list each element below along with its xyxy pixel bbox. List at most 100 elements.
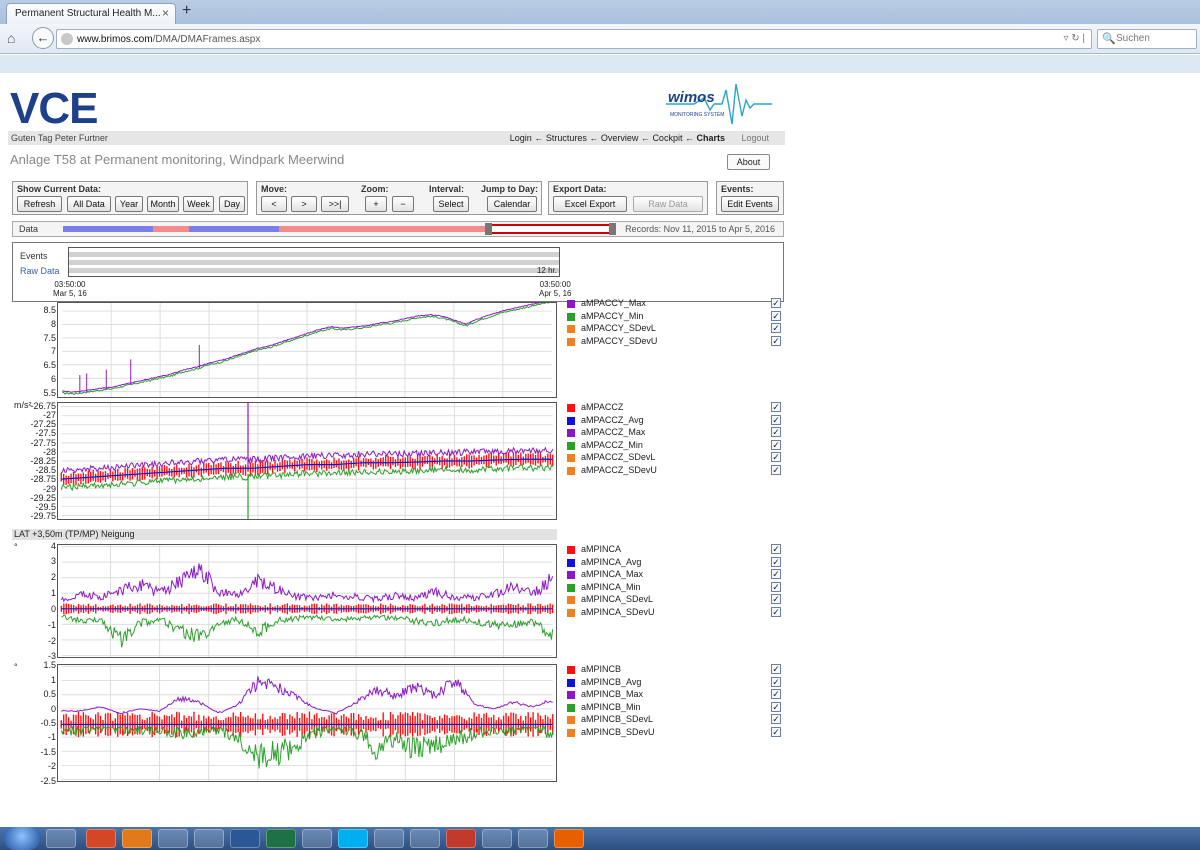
pdf-icon[interactable] [446,829,476,848]
skype-icon[interactable] [338,829,368,848]
network-icon[interactable] [302,829,332,848]
url-path: /DMA/DMAFrames.aspx [152,34,261,45]
legend-checkbox[interactable]: ✓ [771,714,781,725]
interval-select-button[interactable]: Select [433,196,469,212]
app-icon[interactable] [482,829,512,848]
tab-close-icon[interactable]: × [162,6,169,20]
show-current-title: Show Current Data: [17,184,102,194]
legend-item: aMPINCA ✓ [567,544,782,556]
overview-plot[interactable]: 12 hr. [68,247,560,277]
legend-item: aMPACCZ ✓ [567,402,782,414]
firefox-icon[interactable] [554,829,584,848]
chart-plot-accz[interactable] [57,402,557,520]
legend-item: aMPINCA_Min ✓ [567,581,782,594]
refresh-button[interactable]: Refresh [17,196,62,212]
logout-link[interactable]: Logout [741,133,769,143]
legend-swatch [567,729,575,737]
excel-icon[interactable] [266,829,296,848]
app-icon[interactable] [410,829,440,848]
legend-checkbox[interactable]: ✓ [771,569,781,580]
legend-checkbox[interactable]: ✓ [771,544,781,554]
legend-checkbox[interactable]: ✓ [771,581,781,592]
legend-label: aMPACCY_Max [581,298,646,308]
legend-checkbox[interactable]: ✓ [771,701,781,712]
move-end-button[interactable]: >>| [321,196,349,212]
legend-checkbox[interactable]: ✓ [771,594,781,605]
explorer-icon[interactable] [46,829,76,848]
legend-checkbox[interactable]: ✓ [771,323,781,334]
legend-checkbox[interactable]: ✓ [771,727,781,737]
nav-link-structures[interactable]: Structures [546,133,587,143]
timeline-selection-window[interactable] [485,224,615,234]
app-icon[interactable] [518,829,548,848]
legend-checkbox[interactable]: ✓ [771,556,781,567]
calendar-button[interactable]: Calendar [487,196,537,212]
raw-data-button[interactable]: Raw Data [633,196,703,212]
move-back-button[interactable]: < [261,196,287,212]
start-button[interactable] [4,827,40,850]
day-button[interactable]: Day [219,196,245,212]
zoom-out-button[interactable]: − [392,196,414,212]
legend-item: aMPACCZ_Avg ✓ [567,414,782,427]
all-data-button[interactable]: All Data [67,196,111,212]
word-icon[interactable] [230,829,260,848]
y-tick-label: 0 [50,603,56,614]
legend-checkbox[interactable]: ✓ [771,414,781,425]
nav-link-cockpit[interactable]: Cockpit [652,133,682,143]
legend-checkbox[interactable]: ✓ [771,335,781,346]
legend-swatch [567,429,575,438]
chart-plot-inca[interactable] [57,544,557,658]
browser-tabbar: Permanent Structural Health M... × + [0,0,1200,24]
timeline-left-handle[interactable] [485,223,492,235]
legend-checkbox[interactable]: ✓ [771,607,781,617]
export-title: Export Data: [553,184,607,194]
internet-explorer-icon[interactable] [158,829,188,848]
legend-checkbox[interactable]: ✓ [771,310,781,321]
month-button[interactable]: Month [147,196,179,212]
timeline-right-handle[interactable] [609,223,616,235]
back-button[interactable]: ← [32,27,54,49]
media-player-icon[interactable] [122,829,152,848]
new-tab-icon[interactable]: + [182,2,191,20]
legend-checkbox[interactable]: ✓ [771,427,781,438]
chart-plot-accy[interactable] [57,302,557,398]
nav-link-overview[interactable]: Overview [601,133,639,143]
legend-checkbox[interactable]: ✓ [771,452,781,463]
zoom-in-button[interactable]: + [365,196,387,212]
search-input[interactable]: 🔍 Suchen [1097,29,1197,49]
data-timeline[interactable] [63,223,616,235]
legend-checkbox[interactable]: ✓ [771,664,781,674]
edit-events-button[interactable]: Edit Events [721,196,779,212]
nav-link-charts[interactable]: Charts [696,133,725,143]
legend-checkbox[interactable]: ✓ [771,689,781,700]
legend-checkbox[interactable]: ✓ [771,298,781,308]
legend-item: aMPACCY_Max ✓ [567,298,782,310]
y-tick-label: 6 [50,373,56,384]
legend-label: aMPACCZ [581,402,624,412]
home-icon[interactable]: ⌂ [7,30,15,46]
browser-tab[interactable]: Permanent Structural Health M... × [6,3,176,24]
excel-export-button[interactable]: Excel Export [553,196,627,212]
app-icon[interactable] [374,829,404,848]
legend-checkbox[interactable]: ✓ [771,402,781,412]
move-forward-button[interactable]: > [291,196,317,212]
legend-checkbox[interactable]: ✓ [771,676,781,687]
week-button[interactable]: Week [183,196,214,212]
reload-icon[interactable]: ▿ ↻ | [1063,33,1085,44]
year-button[interactable]: Year [115,196,143,212]
legend-checkbox[interactable]: ✓ [771,439,781,450]
nav-link-login[interactable]: Login [510,133,532,143]
app-icon[interactable] [194,829,224,848]
y-tick-label: 0 [50,703,56,714]
powerpoint-icon[interactable] [86,829,116,848]
y-tick-label: 5.5 [43,387,56,398]
legend-item: aMPACCZ_Max ✓ [567,427,782,439]
wimos-subtitle: MONITORING SYSTEM [670,112,724,118]
raw-data-label[interactable]: Raw Data [20,266,60,276]
legend-swatch [567,454,575,463]
chart-plot-incb[interactable] [57,664,557,782]
legend-swatch [567,300,575,308]
about-button[interactable]: About [727,154,770,170]
address-bar[interactable]: www.brimos.com/DMA/DMAFrames.aspx ▿ ↻ | [56,29,1092,49]
legend-checkbox[interactable]: ✓ [771,465,781,475]
